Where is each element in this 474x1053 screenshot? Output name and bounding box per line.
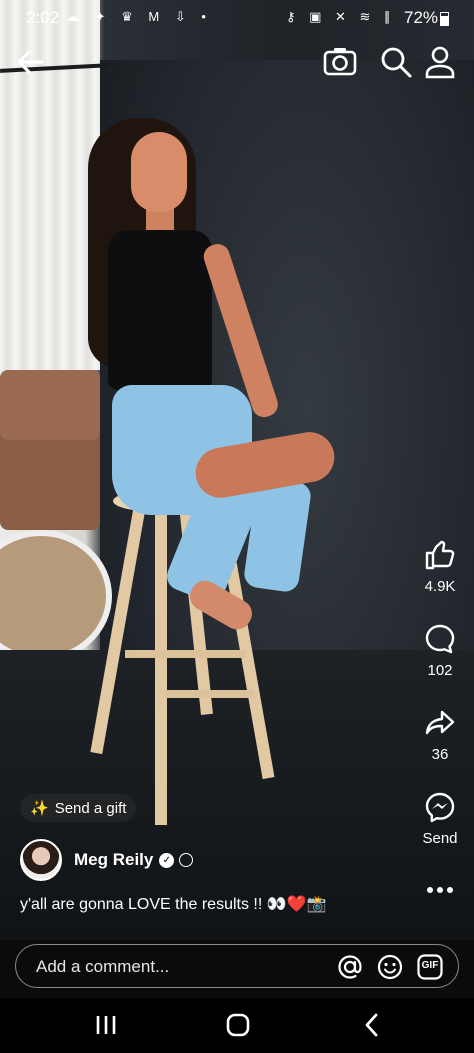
send-gift-label: Send a gift <box>54 799 127 817</box>
share-icon <box>423 706 457 740</box>
verified-icon: ✓ <box>159 852 175 868</box>
status-bar: 2:02 ☁ ✦ ♛ M ⇩ • ⚷ ▣ ✕ ≋ ∥ 72% <box>0 0 474 34</box>
system-nav-bar <box>0 998 474 1053</box>
like-count: 4.9K <box>424 578 456 595</box>
send-button[interactable]: Send <box>412 790 468 847</box>
stool-leg <box>155 510 167 825</box>
messenger-icon <box>423 790 457 824</box>
send-label: Send <box>422 830 458 847</box>
like-button[interactable]: 4.9K <box>412 538 468 595</box>
avatar[interactable] <box>20 839 62 881</box>
profile-icon[interactable] <box>420 42 460 82</box>
thumbs-up-icon <box>423 538 457 572</box>
stool-rung <box>125 650 245 658</box>
comment-icon <box>423 622 457 656</box>
face <box>131 132 187 212</box>
share-count: 36 <box>431 746 449 763</box>
share-button[interactable]: 36 <box>412 706 468 763</box>
post-caption[interactable]: y'all are gonna LOVE the results !! 👀❤️📸 <box>20 894 327 914</box>
status-time: 2:02 <box>26 8 60 27</box>
gif-icon[interactable]: GIF <box>416 953 444 981</box>
comment-count: 102 <box>427 662 453 679</box>
globe-icon <box>179 853 194 867</box>
battery-icon <box>440 12 449 26</box>
status-system-icons: ⚷ ▣ ✕ ≋ ∥ <box>286 9 396 24</box>
comment-bar: Add a comment... GIF <box>0 940 474 998</box>
search-icon[interactable] <box>376 42 416 82</box>
emoji-icon[interactable] <box>376 953 404 981</box>
black-top <box>108 230 212 390</box>
recents-icon[interactable] <box>90 1010 122 1040</box>
stool-rung <box>165 690 255 698</box>
comment-button[interactable]: 102 <box>412 622 468 679</box>
more-icon <box>423 880 457 900</box>
author-name[interactable]: Meg Reily <box>74 850 153 870</box>
battery-percent: 72% <box>404 8 439 27</box>
sofa <box>0 370 100 530</box>
status-notification-icons: ☁ ✦ ♛ M ⇩ • <box>66 9 212 24</box>
comment-input[interactable]: Add a comment... GIF <box>15 944 459 988</box>
at-icon[interactable] <box>336 953 364 981</box>
rug <box>0 530 112 662</box>
camera-icon[interactable] <box>320 42 360 82</box>
send-gift-button[interactable]: ✨ Send a gift <box>20 794 137 822</box>
comment-placeholder: Add a comment... <box>36 957 170 976</box>
gif-label: GIF <box>421 960 439 971</box>
more-options-button[interactable] <box>412 880 468 900</box>
back-icon[interactable] <box>356 1010 388 1040</box>
gift-star-icon: ✨ <box>30 800 49 817</box>
author-row[interactable]: Meg Reily ✓ <box>20 838 194 882</box>
arrow-left-icon[interactable] <box>12 44 48 80</box>
home-icon[interactable] <box>222 1010 254 1040</box>
